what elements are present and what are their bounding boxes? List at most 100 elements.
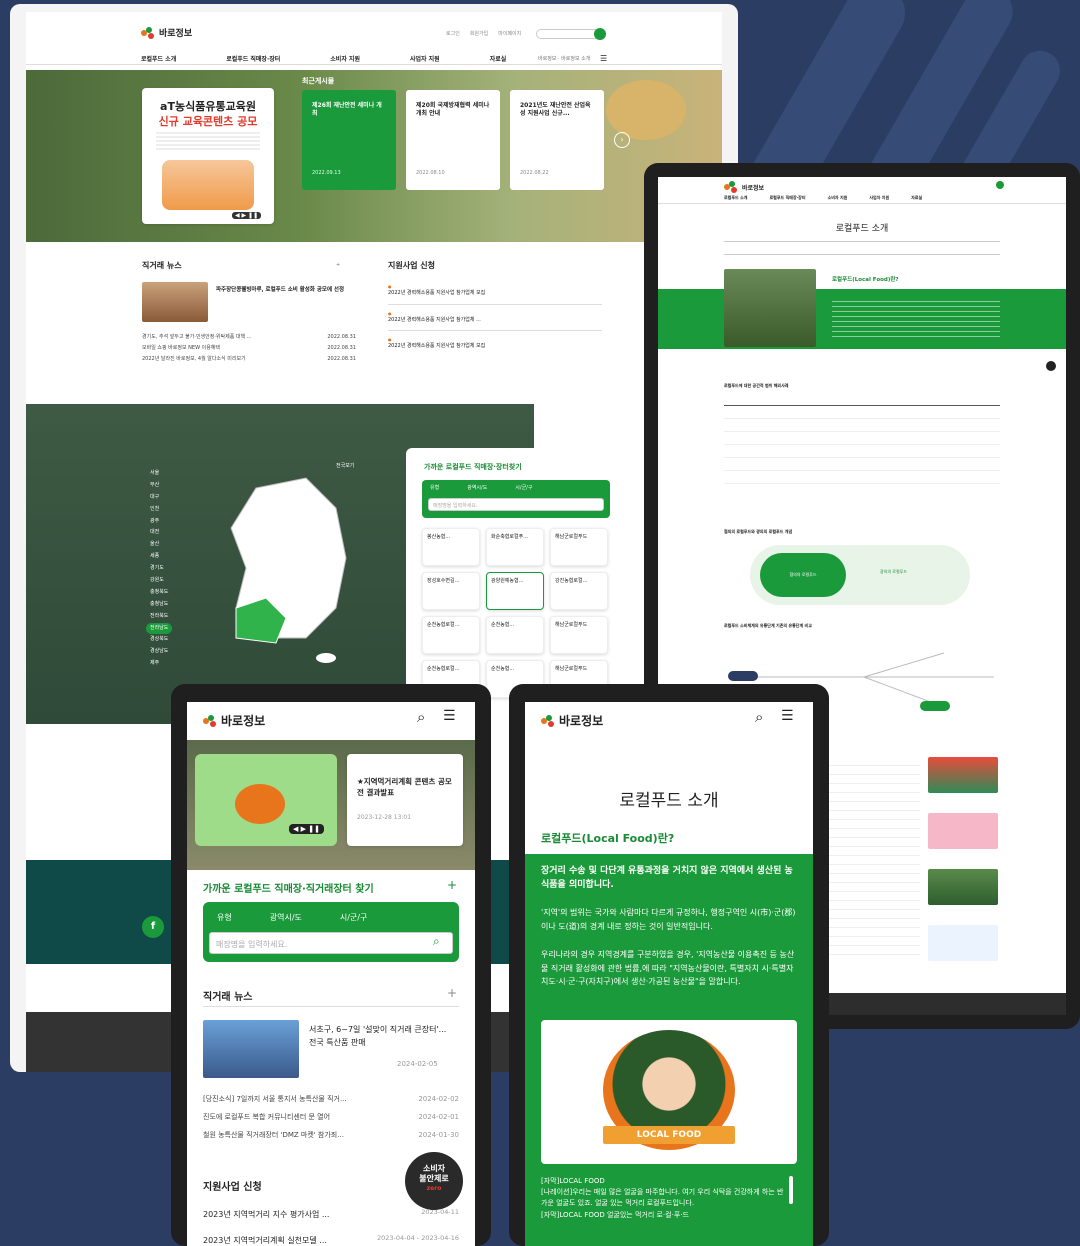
shop-card[interactable]: 장성호수변길... (422, 572, 480, 610)
city-select[interactable]: 시/군/구 (340, 912, 367, 923)
province-select[interactable]: 광역시/도 (467, 484, 487, 491)
shop-card[interactable]: 화순축협로컬푸... (486, 528, 544, 566)
facebook-icon[interactable]: f (142, 916, 164, 938)
mypage-link[interactable]: 마이페이지 (498, 30, 521, 37)
signup-link[interactable]: 회원가입 (470, 30, 488, 37)
news-thumbnail[interactable] (142, 282, 208, 322)
plus-icon[interactable]: + (447, 878, 457, 892)
search-icon[interactable] (996, 181, 1004, 189)
shop-card[interactable]: 해남군로컬푸드 (550, 616, 608, 654)
type-select[interactable]: 유형 (430, 484, 439, 491)
shop-card[interactable]: 순천농협로컬... (422, 616, 480, 654)
scroll-top-icon[interactable] (1046, 361, 1056, 371)
video-panel[interactable]: LOCAL FOOD (541, 1020, 797, 1164)
search-icon[interactable] (594, 28, 606, 40)
region-item-selected[interactable]: 전라남도 (146, 622, 173, 635)
support-item[interactable]: 2023년 지역먹거리계획 실천모델 ... (203, 1228, 327, 1246)
map-total-link[interactable]: 전국보기 (336, 462, 354, 469)
shop-card[interactable]: 강진농협로컬... (550, 572, 608, 610)
search-icon[interactable]: ⌕ (433, 934, 440, 949)
nav-right[interactable]: 바로정보 · 바로정보 소개 (538, 55, 590, 62)
nav-item[interactable]: 소비자 지원 (330, 54, 360, 63)
news-feature-title[interactable]: 파주장단콩웰빙마루, 로컬푸드 소비 활성화 공모에 선정 (216, 286, 346, 294)
tablet-logo[interactable]: 바로정보 (724, 181, 764, 193)
brand-name: 바로정보 (742, 184, 765, 192)
hero-notice-card[interactable]: ★지역먹거리계획 콘텐츠 공모전 결과발표 2023-12-28 13:01 (347, 754, 463, 846)
region-item[interactable]: 광주 (150, 516, 172, 528)
nav-item[interactable]: 로컬푸드 소개 (724, 195, 747, 201)
region-item[interactable]: 부산 (150, 480, 172, 492)
menu-icon[interactable]: ☰ (600, 54, 607, 63)
region-item[interactable]: 대전 (150, 527, 172, 539)
news-title: 직거래 뉴스 (203, 992, 253, 1003)
region-item[interactable]: 서울 (150, 468, 172, 480)
region-item[interactable]: 전라북도 (150, 611, 172, 623)
nav-item[interactable]: 로컬푸드 직매장·장터 (769, 195, 805, 201)
korea-map[interactable] (216, 468, 366, 668)
shop-card[interactable]: 봉산농협... (422, 528, 480, 566)
news-item[interactable]: 철원 농특산물 직거래장터 'DMZ 마켓' 참가죄... (203, 1126, 344, 1144)
news-item[interactable]: 2022년 달라진 바로정보, 4월 알다소식 미리보기 (142, 354, 246, 365)
banner-pager[interactable]: ◀ ▶ ❚❚ (232, 212, 262, 219)
support-item[interactable]: 2022년 경력해소용품 지원사업 참가업체 모집 (388, 290, 602, 298)
phone-logo[interactable]: 바로정보 (203, 712, 265, 729)
tablet-breadcrumb[interactable] (724, 241, 1000, 255)
region-item[interactable]: 충청북도 (150, 587, 172, 599)
recent-card[interactable]: 제26회 재난안전 세미나 개최 2022.09.13 (302, 90, 396, 190)
desktop-search-input[interactable] (536, 29, 602, 39)
region-item[interactable]: 경상남도 (150, 646, 172, 658)
desktop-logo[interactable]: 바로정보 (141, 26, 192, 39)
menu-icon[interactable]: ☰ (781, 708, 794, 724)
phone-logo[interactable]: 바로정보 (541, 712, 603, 729)
news-list: 경기도, 추석 앞두고 불가·민생안정·위탁제품 대책 ... 2022.08.3… (142, 332, 356, 365)
region-item[interactable]: 인천 (150, 504, 172, 516)
region-item[interactable]: 울산 (150, 539, 172, 551)
hero-pager[interactable]: ◀ ▶ ❚❚ (289, 824, 324, 834)
news-item[interactable]: 경기도, 추석 앞두고 불가·민생안정·위탁제품 대책 ... (142, 332, 252, 343)
shop-card[interactable]: 순천농협... (486, 616, 544, 654)
nav-item[interactable]: 소비자 지원 (828, 195, 848, 201)
support-item[interactable]: 2023년 지역먹거리 지수 평가사업 ... (203, 1202, 329, 1228)
nav-item[interactable]: 사업자 지원 (869, 195, 889, 201)
province-select[interactable]: 광역시/도 (270, 912, 302, 923)
news-item[interactable]: 모바일 쇼핑 바로정보 NEW 이용혜택 (142, 343, 220, 354)
news-item[interactable]: [당진소식] 7일까지 서울 통지서 농특산물 직거... (203, 1090, 347, 1108)
greenhouse-image (724, 269, 816, 347)
caption-scrollbar[interactable] (789, 1176, 793, 1204)
region-item[interactable]: 경상북도 (150, 634, 172, 646)
finder-search-input[interactable]: 매장명을 입력하세요. (428, 498, 604, 511)
shop-card[interactable]: 해남군로컬푸드 (550, 528, 608, 566)
nav-item[interactable]: 사업자 지원 (410, 54, 440, 63)
region-item[interactable]: 세종 (150, 551, 172, 563)
city-select[interactable]: 시/군/구 (515, 484, 532, 491)
banner-card[interactable]: aT농식품유통교육원 신규 교육콘텐츠 공모 ◀ ▶ ❚❚ (142, 88, 274, 224)
login-link[interactable]: 로그인 (446, 30, 460, 37)
nav-item[interactable]: 로컬푸드 직매장·장터 (226, 54, 280, 63)
finder-search-input[interactable]: 매장명을 입력하세요. (209, 932, 453, 954)
region-item[interactable]: 강원도 (150, 575, 172, 587)
menu-icon[interactable]: ☰ (443, 708, 456, 724)
region-item[interactable]: 제주 (150, 658, 172, 670)
region-item[interactable]: 충청남도 (150, 599, 172, 611)
next-arrow-icon[interactable]: › (614, 132, 630, 148)
more-link[interactable]: + (336, 262, 340, 268)
recent-card[interactable]: 제20회 국제방재협력 세미나 개최 안내 2022.08.10 (406, 90, 500, 190)
region-item[interactable]: 경기도 (150, 563, 172, 575)
plus-icon[interactable]: + (447, 986, 457, 1000)
consumer-badge-button[interactable]: 소비자 불안제로 zero (405, 1152, 463, 1210)
search-icon[interactable]: ⌕ (755, 708, 763, 726)
support-item[interactable]: 2022년 경력해소용품 지원사업 참가업체 모집 (388, 343, 602, 351)
recent-card[interactable]: 2021년도 재난안전 산업육성 지원사업 신규... 2022.08.22 (510, 90, 604, 190)
search-icon[interactable]: ⌕ (417, 708, 425, 726)
support-item[interactable]: 2022년 경력해소용품 지원사업 참가업체 ... (388, 317, 602, 325)
nav-item[interactable]: 로컬푸드 소개 (141, 54, 176, 63)
region-item[interactable]: 대구 (150, 492, 172, 504)
video-caption: [자막]LOCAL FOOD [나레이션]우리는 매일 많은 얼굴을 마주합니다… (541, 1176, 787, 1221)
news-thumbnail[interactable] (203, 1020, 299, 1078)
news-item[interactable]: 진도에 로컬푸드 복합 커뮤니티센터 문 열어 (203, 1108, 330, 1126)
nav-item[interactable]: 자료실 (490, 54, 507, 63)
news-feature-title[interactable]: 서초구, 6~7일 '설맞이 직거래 큰장터'...전국 특산품 판매 (309, 1024, 449, 1050)
type-select[interactable]: 유형 (217, 912, 232, 923)
shop-card-selected[interactable]: 광양원예농협... (486, 572, 544, 610)
nav-item[interactable]: 자료실 (911, 195, 922, 201)
